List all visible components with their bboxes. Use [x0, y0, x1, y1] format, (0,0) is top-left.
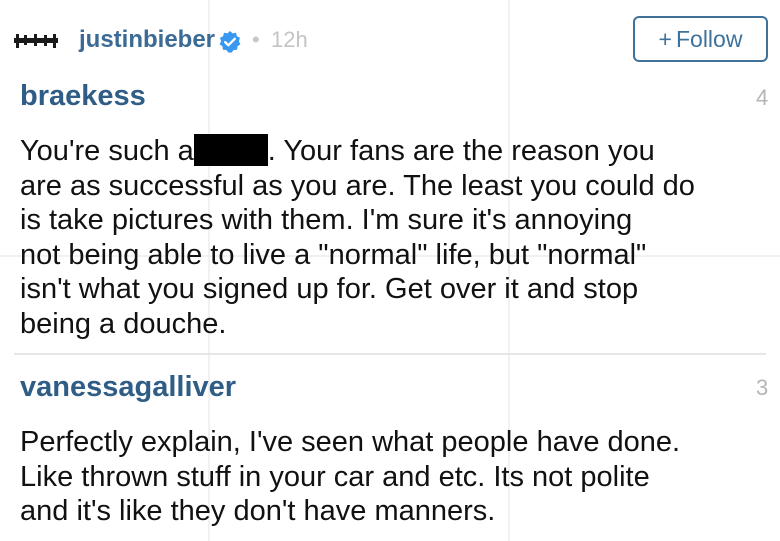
comment-username[interactable]: braekess — [20, 80, 146, 113]
comment-line: being a douche. — [20, 307, 227, 340]
comment-text: You're such a . Your fans are the reason … — [20, 134, 780, 341]
post-username[interactable]: justinbieber — [79, 26, 215, 54]
comment-line: Perfectly explain, I've seen what people… — [20, 426, 681, 458]
comment-line: and it's like they don't have manners. — [20, 495, 496, 527]
avatar-icon[interactable] — [14, 34, 58, 48]
verified-badge-icon — [219, 31, 241, 53]
follow-button[interactable]: + Follow — [633, 16, 768, 62]
separator-dot: • — [252, 27, 260, 52]
comment-text-segment: . Your fans are the reason you — [267, 135, 655, 167]
follow-label: Follow — [675, 25, 743, 52]
comment-line: isn't what you signed up for. Get over i… — [20, 273, 639, 305]
comment-divider — [14, 353, 766, 355]
comment-line: is take pictures with them. I'm sure it'… — [20, 204, 633, 236]
comment-line: not being able to live a "normal" life, … — [20, 238, 647, 271]
comment-username[interactable]: vanessagalliver — [20, 371, 236, 404]
comment-text-segment: You're such a — [20, 135, 194, 167]
comment-count: 3 — [756, 375, 769, 400]
comment-line: are as successful as you are. The least … — [20, 169, 695, 202]
comment-line: Like thrown stuff in your car and etc. I… — [20, 460, 650, 493]
comment-line: You're such a . Your fans are the reason … — [20, 134, 780, 169]
comment-text: Perfectly explain, I've seen what people… — [20, 425, 780, 529]
plus-icon: + — [658, 25, 672, 52]
post-timestamp: 12h — [271, 27, 308, 52]
redaction-bar — [193, 134, 268, 166]
post-header: justinbieber • 12h + Follow — [0, 0, 780, 78]
comment-count: 4 — [756, 85, 769, 110]
